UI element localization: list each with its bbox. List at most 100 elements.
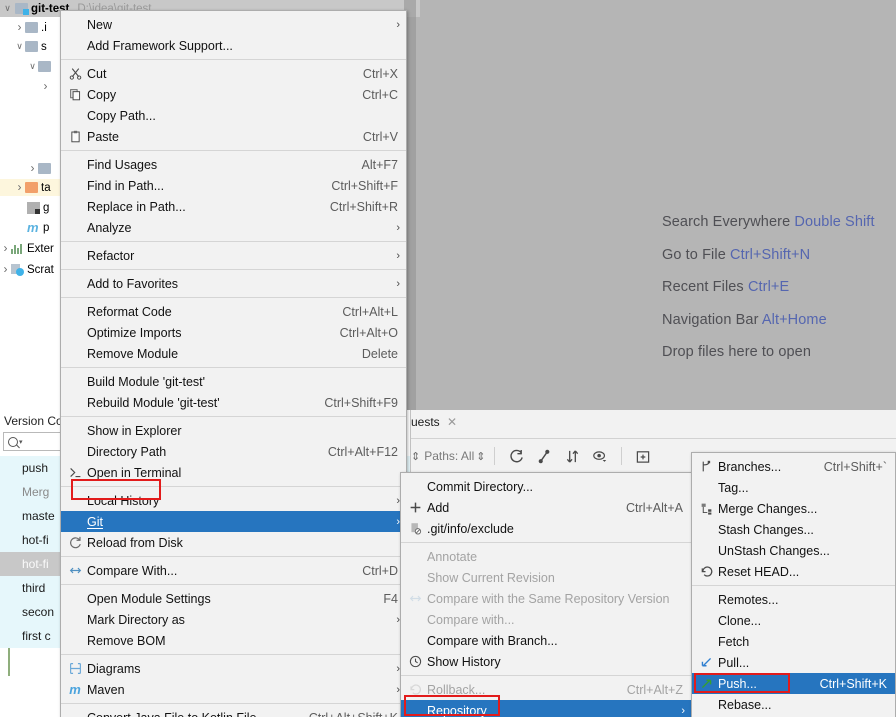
blank-icon — [65, 248, 85, 264]
menu-item-cut[interactable]: Cut Ctrl+X — [61, 63, 406, 84]
commit-message: hot-fi — [22, 557, 49, 571]
menu-item-compare-with[interactable]: Compare With... Ctrl+D — [61, 560, 406, 581]
menu-item-show-history[interactable]: Show History — [401, 651, 691, 672]
menu-item-refactor[interactable]: Refactor › — [61, 245, 406, 266]
sort-icon[interactable] — [563, 447, 581, 465]
menu-item-commit-directory[interactable]: Commit Directory... — [401, 476, 691, 497]
menu-item-maven[interactable]: m Maven › — [61, 679, 406, 700]
search-input[interactable]: ▾ — [3, 432, 63, 451]
git-submenu[interactable]: Commit Directory... Add Ctrl+Alt+A .git/… — [400, 472, 692, 717]
menu-item-local-history[interactable]: Local History › — [61, 490, 406, 511]
tree-node-scratches[interactable]: Scrat — [0, 261, 54, 278]
menu-item-mark-directory-as[interactable]: Mark Directory as › — [61, 609, 406, 630]
menu-item-shortcut: Ctrl+V — [362, 129, 398, 144]
menu-item-pull[interactable]: Pull... — [692, 652, 895, 673]
menu-item-fetch[interactable]: Fetch — [692, 631, 895, 652]
paths-filter[interactable]: Paths: All — [424, 449, 474, 463]
chevron-down-icon[interactable] — [27, 58, 38, 75]
tree-node-main[interactable] — [27, 58, 54, 75]
menu-item-label: Copy Path... — [87, 108, 156, 123]
menu-item-find-in-path[interactable]: Find in Path... Ctrl+Shift+F — [61, 175, 406, 196]
tree-node-external-libraries[interactable]: Exter — [0, 240, 54, 257]
blank-icon — [65, 157, 85, 173]
menu-item-replace-in-path[interactable]: Replace in Path... Ctrl+Shift+R — [61, 196, 406, 217]
repository-submenu[interactable]: Branches... Ctrl+Shift+` Tag... Merge Ch… — [691, 452, 896, 717]
tree-node-label: Exter — [27, 242, 54, 255]
gitignore-icon — [27, 201, 40, 214]
chevron-down-icon[interactable] — [14, 38, 25, 55]
menu-item-reformat-code[interactable]: Reformat Code Ctrl+Alt+L — [61, 301, 406, 322]
reload-icon — [65, 535, 85, 551]
menu-item-label: Tag... — [718, 480, 749, 495]
menu-item-git[interactable]: Git › — [61, 511, 406, 532]
menu-item-add-to-favorites[interactable]: Add to Favorites › — [61, 273, 406, 294]
menu-item-git-info-exclude[interactable]: .git/info/exclude — [401, 518, 691, 539]
menu-item-rebase[interactable]: Rebase... — [692, 694, 895, 715]
menu-item-tag[interactable]: Tag... — [692, 477, 895, 498]
menu-item-copy[interactable]: Copy Ctrl+C — [61, 84, 406, 105]
menu-item-convert-java-to-kotlin[interactable]: Convert Java File to Kotlin File Ctrl+Al… — [61, 707, 406, 717]
tree-node-resources[interactable] — [27, 160, 54, 177]
project-tree-panel[interactable]: .i s ta g m p — [0, 0, 62, 410]
menu-item-new[interactable]: New › — [61, 14, 406, 35]
menu-separator — [692, 585, 895, 586]
chevron-down-icon[interactable] — [2, 0, 13, 17]
menu-item-open-module-settings[interactable]: Open Module Settings F4 — [61, 588, 406, 609]
menu-item-paste[interactable]: Paste Ctrl+V — [61, 126, 406, 147]
tree-node-java[interactable] — [40, 78, 51, 95]
chevron-right-icon[interactable] — [14, 179, 25, 197]
menu-item-open-in-terminal[interactable]: Open in Terminal — [61, 462, 406, 483]
close-icon[interactable]: ✕ — [447, 415, 457, 429]
menu-item-build-module[interactable]: Build Module 'git-test' — [61, 371, 406, 392]
menu-item-show-in-explorer[interactable]: Show in Explorer — [61, 420, 406, 441]
menu-item-branches[interactable]: Branches... Ctrl+Shift+` — [692, 456, 895, 477]
menu-item-find-usages[interactable]: Find Usages Alt+F7 — [61, 154, 406, 175]
chevron-right-icon[interactable] — [0, 261, 11, 279]
tab-pull-requests[interactable]: uests — [411, 415, 440, 429]
menu-item-optimize-imports[interactable]: Optimize Imports Ctrl+Alt+O — [61, 322, 406, 343]
stepper-icon[interactable]: ⇕ — [476, 450, 485, 463]
tree-node-src[interactable]: s — [14, 38, 47, 55]
menu-item-shortcut: Ctrl+X — [362, 66, 398, 81]
menu-item-compare-with-branch[interactable]: Compare with Branch... — [401, 630, 691, 651]
blank-icon — [696, 634, 716, 650]
menu-item-stash-changes[interactable]: Stash Changes... — [692, 519, 895, 540]
menu-separator — [401, 675, 691, 676]
menu-item-add-framework-support[interactable]: Add Framework Support... — [61, 35, 406, 56]
chevron-right-icon[interactable] — [14, 19, 25, 37]
menu-item-reload-from-disk[interactable]: Reload from Disk — [61, 532, 406, 553]
blank-icon — [65, 276, 85, 292]
menu-item-directory-path[interactable]: Directory Path Ctrl+Alt+F12 — [61, 441, 406, 462]
tree-node-pom[interactable]: m p — [27, 219, 49, 236]
menu-item-rebuild-module[interactable]: Rebuild Module 'git-test' Ctrl+Shift+F9 — [61, 392, 406, 413]
menu-item-clone[interactable]: Clone... — [692, 610, 895, 631]
filter-branch-icon[interactable] — [535, 447, 553, 465]
menu-item-analyze[interactable]: Analyze › — [61, 217, 406, 238]
menu-item-repository[interactable]: Repository › — [401, 700, 691, 717]
menu-item-copy-path[interactable]: Copy Path... — [61, 105, 406, 126]
tree-node-gitignore[interactable]: g — [27, 199, 49, 216]
menu-item-remove-bom[interactable]: Remove BOM — [61, 630, 406, 651]
menu-item-push[interactable]: Push... Ctrl+Shift+K — [692, 673, 895, 694]
chevron-right-icon[interactable] — [40, 78, 51, 96]
menu-item-diagrams[interactable]: Diagrams › — [61, 658, 406, 679]
menu-item-label: Compare with the Same Repository Version — [427, 591, 670, 606]
chevron-down-icon[interactable]: ▾ — [19, 438, 23, 446]
tree-node-target[interactable]: ta — [0, 179, 62, 196]
chevron-right-icon[interactable] — [0, 240, 11, 258]
menu-item-merge-changes[interactable]: Merge Changes... — [692, 498, 895, 519]
project-context-menu[interactable]: New › Add Framework Support... Cut Ctrl+… — [60, 10, 407, 717]
menu-item-remotes[interactable]: Remotes... — [692, 589, 895, 610]
eye-icon[interactable] — [591, 447, 609, 465]
refresh-icon[interactable] — [507, 447, 525, 465]
menu-item-reset-head[interactable]: Reset HEAD... — [692, 561, 895, 582]
add-column-icon[interactable] — [634, 447, 652, 465]
menu-item-add[interactable]: Add Ctrl+Alt+A — [401, 497, 691, 518]
menu-item-label: Open in Terminal — [87, 465, 182, 480]
chevron-right-icon[interactable] — [27, 160, 38, 178]
menu-item-unstash-changes[interactable]: UnStash Changes... — [692, 540, 895, 561]
menu-item-label: Branches... — [718, 459, 782, 474]
menu-item-remove-module[interactable]: Remove Module Delete — [61, 343, 406, 364]
tree-node-idea[interactable]: .i — [14, 19, 47, 36]
stepper-icon[interactable]: ⇕ — [411, 450, 420, 463]
